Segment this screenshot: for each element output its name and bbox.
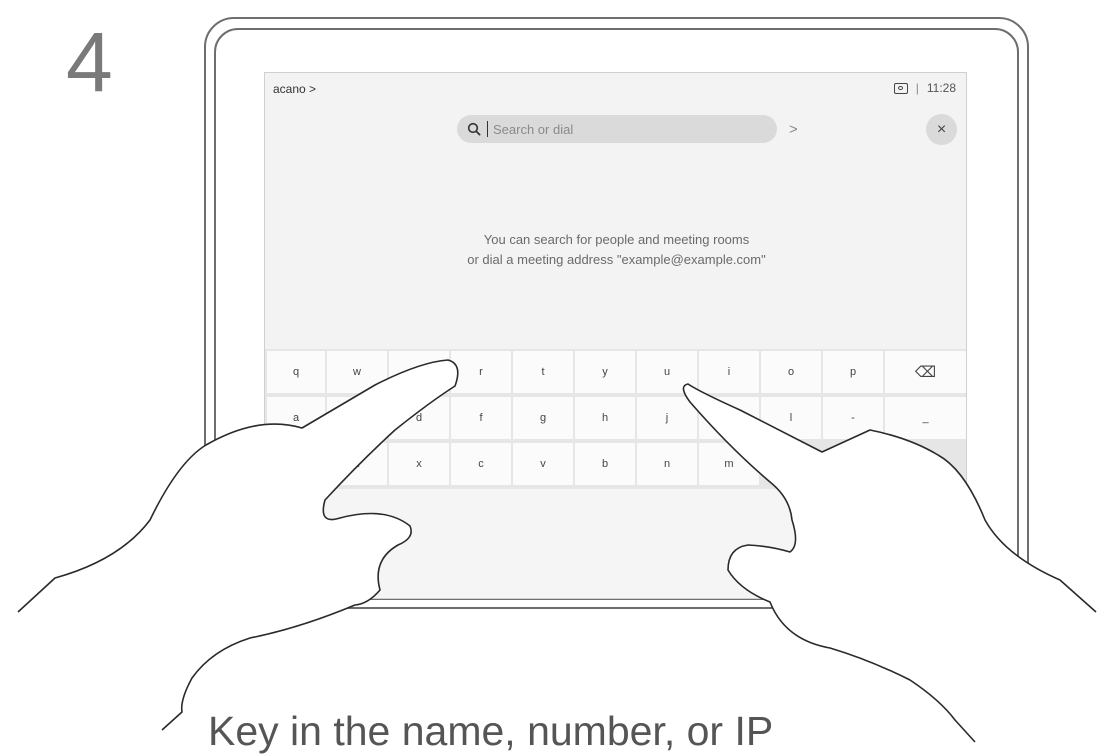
key-u[interactable]: u xyxy=(637,351,697,393)
backspace-key[interactable]: ⌫ xyxy=(885,351,966,393)
key-b[interactable]: b xyxy=(575,443,635,485)
key-i[interactable]: i xyxy=(699,351,759,393)
search-icon xyxy=(467,122,481,136)
key-underscore[interactable]: _ xyxy=(885,397,966,439)
key-m[interactable]: m xyxy=(699,443,759,485)
onscreen-keyboard: q w e r t y u i o p ⌫ a s d f g h j k l … xyxy=(265,349,966,489)
key-k[interactable]: k xyxy=(699,397,759,439)
key-z[interactable]: z xyxy=(327,443,387,485)
key-l[interactable]: l xyxy=(761,397,821,439)
key-a[interactable]: a xyxy=(267,397,325,439)
device-screen: acano > | 11:28 > × You can search for p… xyxy=(264,72,967,599)
selfview-icon[interactable] xyxy=(893,82,908,94)
key-w[interactable]: w xyxy=(327,351,387,393)
key-s[interactable]: s xyxy=(327,397,387,439)
clock: 11:28 xyxy=(926,81,956,95)
key-g[interactable]: g xyxy=(513,397,573,439)
hint-line-2: or dial a meeting address "example@examp… xyxy=(467,252,766,267)
search-input[interactable] xyxy=(491,120,755,138)
key-v[interactable]: v xyxy=(513,443,573,485)
status-bar: | 11:28 xyxy=(893,81,956,95)
key-p[interactable]: p xyxy=(823,351,883,393)
brand-breadcrumb[interactable]: acano > xyxy=(273,82,316,96)
key-d[interactable]: d xyxy=(389,397,449,439)
status-separator: | xyxy=(915,81,919,95)
key-f[interactable]: f xyxy=(451,397,511,439)
key-j[interactable]: j xyxy=(637,397,697,439)
search-bar[interactable] xyxy=(457,115,777,143)
key-c[interactable]: c xyxy=(451,443,511,485)
key-h[interactable]: h xyxy=(575,397,635,439)
key-y[interactable]: y xyxy=(575,351,635,393)
key-o[interactable]: o xyxy=(761,351,821,393)
search-hint: You can search for people and meeting ro… xyxy=(265,230,966,270)
keyboard-lower-area xyxy=(265,489,966,598)
hint-line-1: You can search for people and meeting ro… xyxy=(483,232,750,247)
key-dash[interactable]: - xyxy=(823,397,883,439)
key-t[interactable]: t xyxy=(513,351,573,393)
key-e[interactable]: e xyxy=(389,351,449,393)
step-number: 4 xyxy=(66,15,113,109)
text-caret xyxy=(487,121,488,137)
close-button[interactable]: × xyxy=(926,114,957,145)
go-arrow-icon[interactable]: > xyxy=(789,121,798,138)
key-n[interactable]: n xyxy=(637,443,697,485)
key-r[interactable]: r xyxy=(451,351,511,393)
caption-text: Key in the name, number, or IP xyxy=(208,708,774,754)
key-x[interactable]: x xyxy=(389,443,449,485)
key-q[interactable]: q xyxy=(267,351,325,393)
